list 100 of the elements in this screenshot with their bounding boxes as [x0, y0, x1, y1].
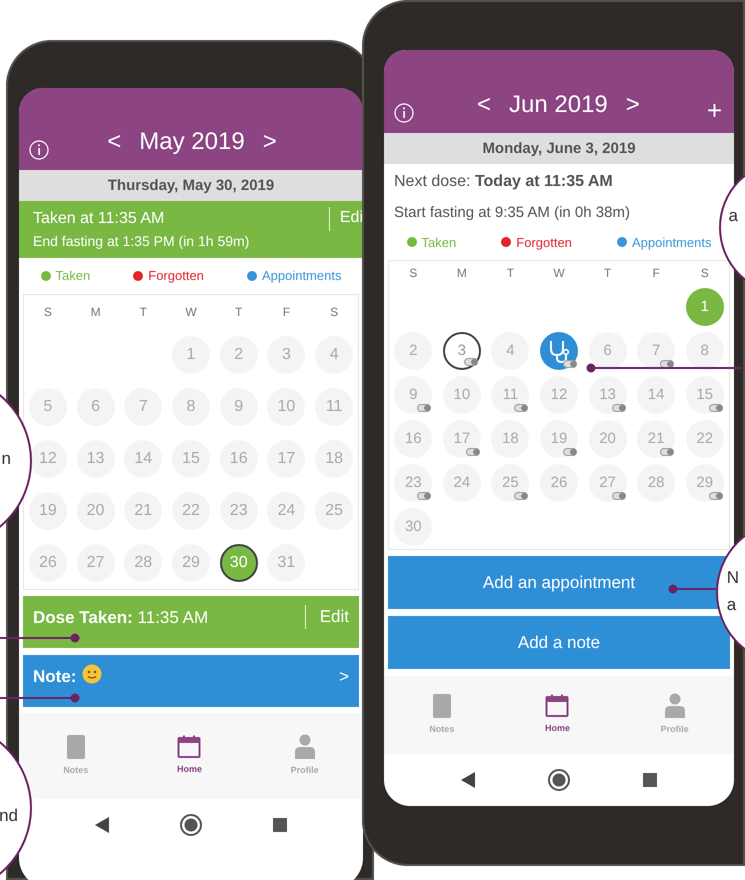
fasting-text: End fasting at 1:35 PM (in 1h 59m): [33, 232, 250, 251]
home-circle-icon[interactable]: [180, 814, 202, 836]
calendar-day[interactable]: 28: [124, 544, 162, 582]
add-button[interactable]: +: [702, 97, 726, 123]
calendar-day[interactable]: 18: [315, 440, 354, 478]
calendar-day[interactable]: 15: [686, 376, 724, 414]
smiley-icon: [82, 664, 102, 684]
tab[interactable]: Notes: [423, 692, 460, 738]
back-icon[interactable]: [460, 772, 475, 788]
calendar-day[interactable]: 22: [686, 420, 724, 458]
callout-text: n: [2, 448, 11, 470]
calendar-day[interactable]: 13: [588, 376, 627, 414]
weekday-label: T: [604, 265, 612, 282]
legend-label: Taken: [56, 267, 90, 285]
previous-month-button[interactable]: <: [103, 128, 126, 156]
calendar-day[interactable]: 3: [267, 336, 306, 374]
tab[interactable]: Home: [170, 734, 208, 778]
calendar-day[interactable]: 26: [540, 464, 578, 502]
calendar-day[interactable]: 29: [172, 544, 210, 582]
calendar-day[interactable]: 5: [28, 388, 67, 426]
back-icon[interactable]: [94, 816, 109, 832]
calendar-day[interactable]: 17: [442, 420, 481, 458]
calendar-day[interactable]: 1: [686, 288, 724, 326]
next-month-button[interactable]: >: [258, 128, 281, 156]
calendar-day[interactable]: 4: [491, 332, 530, 370]
calendar-day[interactable]: 30: [394, 508, 432, 546]
month-title: May 2019: [139, 127, 245, 157]
home-circle-icon[interactable]: [548, 769, 570, 791]
calendar-day[interactable]: 30: [220, 544, 258, 582]
tab[interactable]: Profile: [654, 692, 695, 738]
calendar-day[interactable]: 18: [491, 420, 530, 458]
notebook-icon: [432, 693, 452, 720]
calendar-day[interactable]: 10: [267, 388, 306, 426]
edit-link[interactable]: Edit: [304, 604, 349, 628]
calendar-day[interactable]: [540, 332, 578, 370]
legend-label: Forgotten: [516, 234, 572, 252]
calendar-day[interactable]: 20: [588, 420, 627, 458]
info-icon[interactable]: [29, 140, 49, 160]
calendar-day[interactable]: 24: [442, 464, 481, 502]
calendar-day[interactable]: 16: [220, 440, 258, 478]
calendar-day[interactable]: 25: [315, 492, 354, 530]
calendar-day[interactable]: 10: [442, 376, 481, 414]
calendar-day[interactable]: 7: [637, 332, 676, 370]
calendar-day[interactable]: 28: [637, 464, 676, 502]
calendar-day[interactable]: 31: [267, 544, 306, 582]
tab[interactable]: Home: [538, 693, 576, 737]
calendar-day[interactable]: 15: [172, 440, 210, 478]
tab[interactable]: Profile: [284, 732, 325, 778]
calendar-day[interactable]: 14: [637, 376, 676, 414]
calendar-day[interactable]: 8: [686, 332, 724, 370]
calendar-day[interactable]: 11: [491, 376, 530, 414]
calendar-day[interactable]: 9: [220, 388, 258, 426]
info-icon[interactable]: [394, 103, 414, 123]
calendar-day[interactable]: 12: [28, 440, 67, 478]
calendar-day[interactable]: 4: [315, 336, 354, 374]
calendar-day[interactable]: 7: [124, 388, 162, 426]
calendar-day[interactable]: 13: [76, 440, 115, 478]
calendar-day[interactable]: 23: [220, 492, 258, 530]
calendar-day[interactable]: 19: [540, 420, 578, 458]
calendar-day[interactable]: 8: [172, 388, 210, 426]
recents-icon[interactable]: [643, 773, 658, 787]
callout-text: a: [728, 205, 738, 227]
calendar-day[interactable]: 29: [686, 464, 724, 502]
weekday-label: S: [330, 304, 338, 320]
calendar-day[interactable]: 2: [220, 336, 258, 374]
taken-time-text: Taken at 11:35 AM: [33, 209, 164, 229]
calendar-day[interactable]: 3: [442, 332, 481, 370]
note-label: Note:: [33, 666, 76, 688]
weekday-label: S: [700, 265, 709, 282]
calendar-day[interactable]: 14: [124, 440, 162, 478]
calendar-day[interactable]: 1: [172, 336, 210, 374]
calendar-day[interactable]: 24: [267, 492, 306, 530]
calendar-day[interactable]: 25: [491, 464, 530, 502]
calendar-day[interactable]: 19: [28, 492, 67, 530]
note-bar[interactable]: Note: >: [23, 654, 359, 706]
calendar-day[interactable]: 22: [172, 492, 210, 530]
calendar-day[interactable]: 12: [540, 376, 578, 414]
calendar-day[interactable]: 27: [588, 464, 627, 502]
calendar-day[interactable]: 2: [394, 332, 432, 370]
calendar-day[interactable]: 21: [124, 492, 162, 530]
next-month-button[interactable]: >: [622, 90, 644, 120]
month-title: Jun 2019: [509, 90, 608, 120]
previous-month-button[interactable]: <: [473, 90, 496, 120]
date-heading: Thursday, May 30, 2019: [19, 170, 363, 201]
recents-icon[interactable]: [273, 818, 288, 832]
calendar-day[interactable]: 6: [76, 388, 115, 426]
calendar-day[interactable]: 20: [76, 492, 115, 530]
action-button[interactable]: Add a note: [388, 616, 730, 669]
calendar-day[interactable]: 27: [76, 544, 115, 582]
calendar-day[interactable]: 26: [28, 544, 67, 582]
calendar-day[interactable]: 16: [394, 420, 432, 458]
calendar-day[interactable]: 9: [394, 376, 432, 414]
calendar-day[interactable]: 23: [394, 464, 432, 502]
person-icon: [294, 734, 316, 760]
calendar-day[interactable]: 17: [267, 440, 306, 478]
calendar-day[interactable]: 6: [588, 332, 627, 370]
calendar-day[interactable]: 11: [315, 388, 354, 426]
dose-taken-text: Dose Taken: 11:35 AM: [33, 606, 208, 628]
calendar-day[interactable]: 21: [637, 420, 676, 458]
tab[interactable]: Notes: [57, 732, 94, 778]
